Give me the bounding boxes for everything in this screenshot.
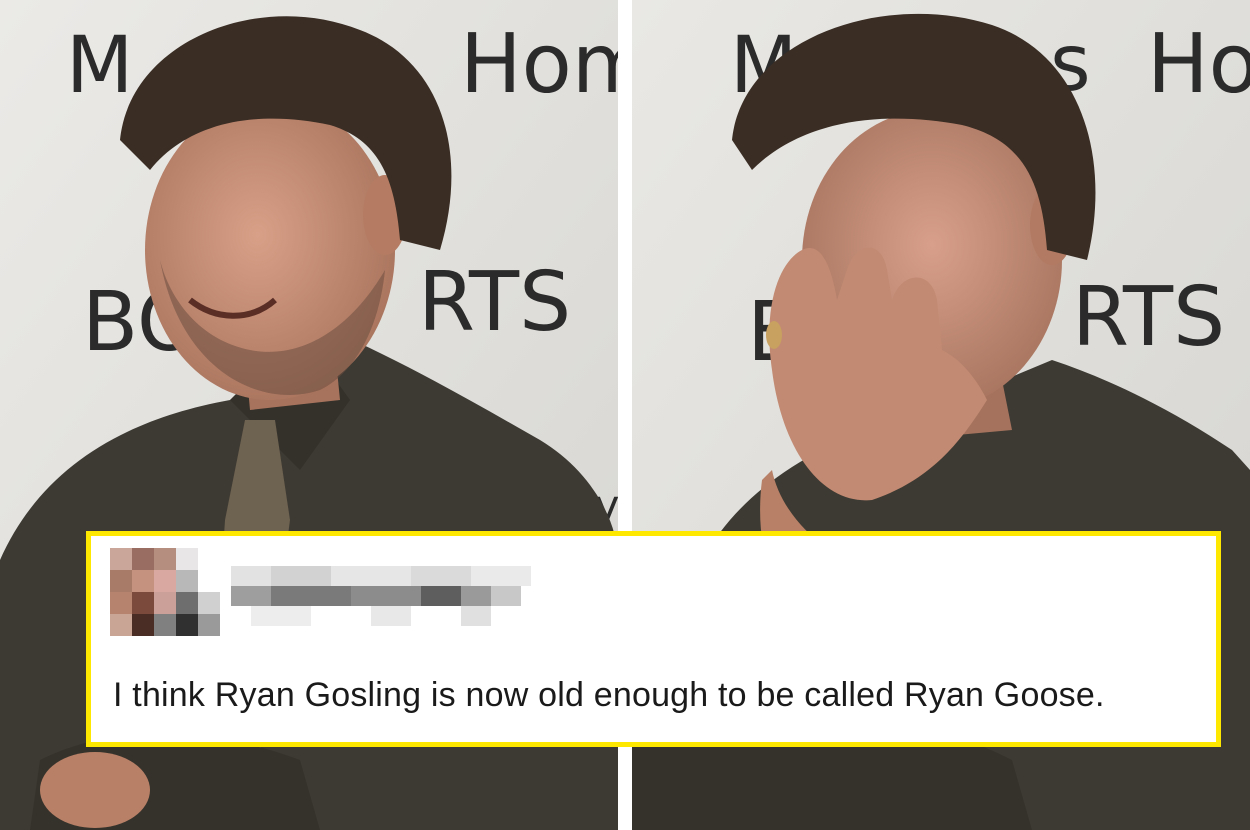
username-pixelated bbox=[231, 566, 531, 626]
board-text: Hom bbox=[460, 17, 618, 112]
tweet-card: I think Ryan Gosling is now old enough t… bbox=[86, 531, 1221, 747]
board-text: Ho bbox=[1147, 17, 1250, 112]
board-text: M bbox=[66, 21, 133, 111]
avatar bbox=[110, 548, 220, 642]
tweet-text: I think Ryan Gosling is now old enough t… bbox=[113, 676, 1105, 714]
hand bbox=[40, 752, 150, 828]
board-text: RTS bbox=[1072, 270, 1225, 365]
ring bbox=[766, 321, 782, 349]
board-text: RTS bbox=[418, 255, 571, 350]
